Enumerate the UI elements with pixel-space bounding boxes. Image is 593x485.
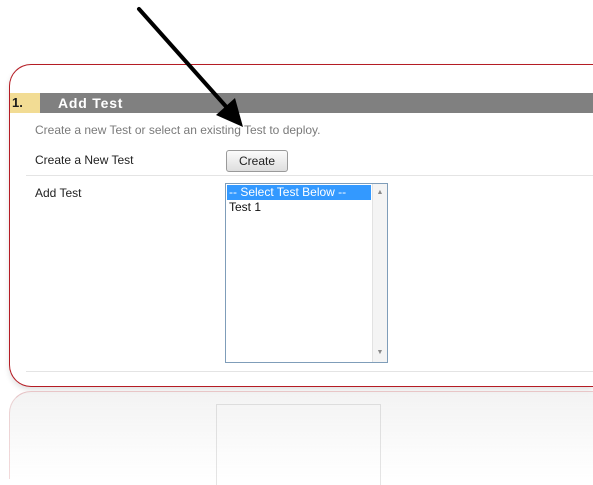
annotation-arrow-icon	[137, 7, 243, 127]
